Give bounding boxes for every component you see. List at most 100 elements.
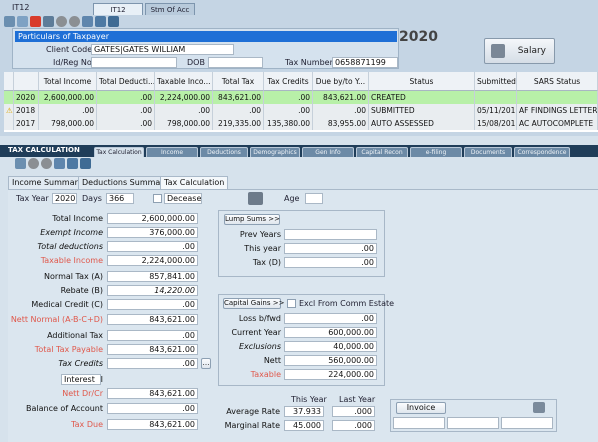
grid-header-total-income[interactable]: Total Income: [39, 72, 97, 91]
grid-icon[interactable]: [108, 16, 119, 27]
grid-header-total-tax[interactable]: Total Tax: [213, 72, 264, 91]
marginal-rate-last-field[interactable]: .000: [332, 420, 375, 431]
grid-header-sars-status[interactable]: SARS Status: [517, 72, 598, 91]
tax-credits-more-button[interactable]: …: [201, 358, 211, 369]
grid-header-submitted[interactable]: Submitted: [475, 72, 517, 91]
grid-header-status[interactable]: Status: [369, 72, 475, 91]
dob-field[interactable]: [208, 57, 263, 68]
summary-label: Additional Tax: [47, 331, 103, 340]
tab-deductions[interactable]: Deductions: [200, 147, 248, 157]
print-icon[interactable]: [533, 402, 545, 413]
invoice-slot[interactable]: [501, 417, 553, 429]
grid-header-total-deductions[interactable]: Total Deducti...: [97, 72, 155, 91]
summary-field[interactable]: 843,621.00: [107, 344, 198, 355]
subtab-tax-calculation[interactable]: Tax Calculation: [160, 176, 229, 189]
average-rate-this-field[interactable]: 37.933: [284, 406, 324, 417]
this-year-field[interactable]: .00: [284, 243, 377, 254]
summary-field[interactable]: .00: [107, 403, 198, 414]
prev-years-label: Prev Years: [239, 230, 281, 239]
delete-icon[interactable]: [30, 16, 41, 27]
summary-field[interactable]: 376,000.00: [107, 227, 198, 238]
tab-stm-of-acc[interactable]: Stm Of Acc: [145, 3, 195, 15]
exclusions-field[interactable]: 40,000.00: [284, 341, 377, 352]
days-field[interactable]: 366: [106, 193, 134, 204]
table-row[interactable]: ⚠ 2018 .00 .00 .00 .00 .00 .00 SUBMITTED…: [4, 104, 598, 117]
grid-header-due[interactable]: Due by/to Y...: [313, 72, 369, 91]
edit-icon[interactable]: [17, 16, 28, 27]
tab-gen-info[interactable]: Gen Info: [302, 147, 354, 157]
invoice-slot[interactable]: [447, 417, 499, 429]
export-icon[interactable]: [67, 158, 78, 169]
nett-field[interactable]: 560,000.00: [284, 355, 377, 366]
salary-button[interactable]: Salary: [484, 38, 555, 64]
lump-sums-button[interactable]: Lump Sums >>: [224, 214, 280, 225]
taxable-field[interactable]: 224,000.00: [284, 369, 377, 380]
summary-field[interactable]: 843,621.00: [107, 419, 198, 430]
export-icon[interactable]: [95, 16, 106, 27]
tab-e-filing[interactable]: e-filing: [410, 147, 462, 157]
invoice-slot[interactable]: [393, 417, 445, 429]
average-rate-last-field[interactable]: .000: [332, 406, 375, 417]
table-row[interactable]: 2020 2,600,000.00 .00 2,224,000.00 843,6…: [4, 91, 598, 104]
tab-tax-calculation[interactable]: Tax Calculation: [94, 147, 144, 157]
tax-d-field[interactable]: .00: [284, 257, 377, 268]
prev-years-field[interactable]: [284, 229, 377, 240]
tab-it12[interactable]: IT12: [93, 3, 143, 15]
grid-icon[interactable]: [80, 158, 91, 169]
cell-status[interactable]: CREATED: [369, 91, 475, 104]
edit-icon[interactable]: [15, 158, 26, 169]
summary-field[interactable]: .00: [107, 299, 198, 310]
deceased-checkbox[interactable]: [153, 194, 162, 203]
tax-year-field[interactable]: 2020: [52, 193, 77, 204]
subtab-deductions-summary[interactable]: Deductions Summary: [78, 176, 173, 189]
print-icon[interactable]: [54, 158, 65, 169]
table-row[interactable]: 2017 798,000.00 .00 798,000.00 219,335.0…: [4, 117, 598, 130]
summary-field[interactable]: 857,841.00: [107, 271, 198, 282]
cell-status[interactable]: AUTO ASSESSED: [369, 117, 475, 130]
cell-total-income: 798,000.00: [39, 117, 97, 130]
summary-field[interactable]: 843,621.00: [107, 388, 198, 399]
grid-header-year[interactable]: [14, 72, 39, 91]
copy-icon[interactable]: [43, 16, 54, 27]
excl-comm-estate-checkbox[interactable]: [287, 299, 296, 308]
taxnum-field[interactable]: 0658871199: [332, 57, 398, 68]
cell-submitted: 15/08/201: [477, 117, 517, 130]
age-field[interactable]: [305, 193, 323, 204]
subtab-income-summary[interactable]: Income Summary: [8, 176, 87, 189]
grid-header-tax-credits[interactable]: Tax Credits: [264, 72, 313, 91]
tab-capital-recon[interactable]: Capital Recon: [356, 147, 408, 157]
idreg-field[interactable]: [91, 57, 177, 68]
summary-field[interactable]: .00: [107, 330, 198, 341]
cell-year: 2020: [14, 91, 39, 104]
print-icon[interactable]: [82, 16, 93, 27]
year-display: 2020: [399, 29, 438, 45]
cell-status[interactable]: SUBMITTED: [369, 104, 475, 117]
calculator-icon[interactable]: [248, 192, 263, 205]
summary-field[interactable]: 2,600,000.00: [107, 213, 198, 224]
current-year-field[interactable]: 600,000.00: [284, 327, 377, 338]
current-year-label: Current Year: [231, 328, 281, 337]
tab-documents[interactable]: Documents: [464, 147, 512, 157]
capital-gains-button[interactable]: Capital Gains >>: [223, 298, 284, 309]
stop-icon[interactable]: [41, 158, 52, 169]
summary-field[interactable]: 2,224,000.00: [107, 255, 198, 266]
stop-icon[interactable]: [69, 16, 80, 27]
tab-demographics[interactable]: Demographics: [250, 147, 300, 157]
cancel-icon[interactable]: [28, 158, 39, 169]
summary-field[interactable]: .00: [107, 358, 198, 369]
invoice-button[interactable]: Invoice: [396, 402, 446, 414]
cancel-icon[interactable]: [56, 16, 67, 27]
new-icon[interactable]: [4, 16, 15, 27]
summary-field[interactable]: .00: [107, 241, 198, 252]
grid-header-taxable-income[interactable]: Taxable Inco...: [155, 72, 213, 91]
summary-field[interactable]: 843,621.00: [107, 314, 198, 325]
taxable-label: Taxable: [250, 370, 281, 379]
tab-income[interactable]: Income: [146, 147, 198, 157]
summary-field[interactable]: 14,220.00: [107, 285, 198, 296]
marginal-rate-this-field[interactable]: 45.000: [284, 420, 324, 431]
client-code-field[interactable]: GATES|GATES WILLIAM: [91, 44, 234, 55]
summary-field[interactable]: Interest: [61, 374, 101, 385]
salary-button-label: Salary: [517, 46, 546, 56]
loss-bfwd-field[interactable]: .00: [284, 313, 377, 324]
tab-correspondence[interactable]: Correspondence: [514, 147, 570, 157]
